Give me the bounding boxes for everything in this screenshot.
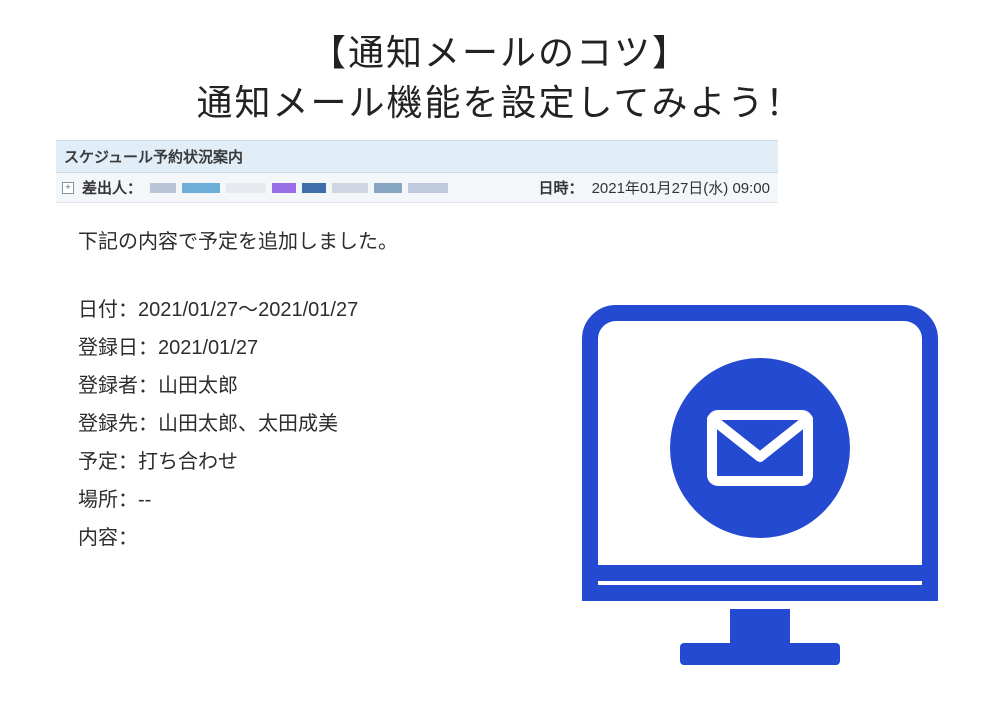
- heading-line-1: 【通知メールのコツ】: [0, 28, 1000, 78]
- datetime-label: 日時：: [539, 177, 584, 198]
- email-title-bar: スケジュール予約状況案内: [56, 140, 778, 173]
- email-intro: 下記の内容で予定を追加しました。: [78, 223, 756, 261]
- email-meta-row: + 差出人： 日時： 2021年01月27日(水) 09:00: [56, 173, 778, 203]
- sender-redacted: [150, 183, 448, 193]
- sender-label: 差出人：: [82, 177, 142, 198]
- expand-icon[interactable]: +: [62, 182, 74, 194]
- heading-line-2: 通知メール機能を設定してみよう！: [0, 78, 1000, 128]
- page-heading: 【通知メールのコツ】 通知メール機能を設定してみよう！: [0, 0, 1000, 143]
- monitor-mail-icon: [560, 273, 960, 693]
- datetime-value: 2021年01月27日(水) 09:00: [592, 177, 770, 198]
